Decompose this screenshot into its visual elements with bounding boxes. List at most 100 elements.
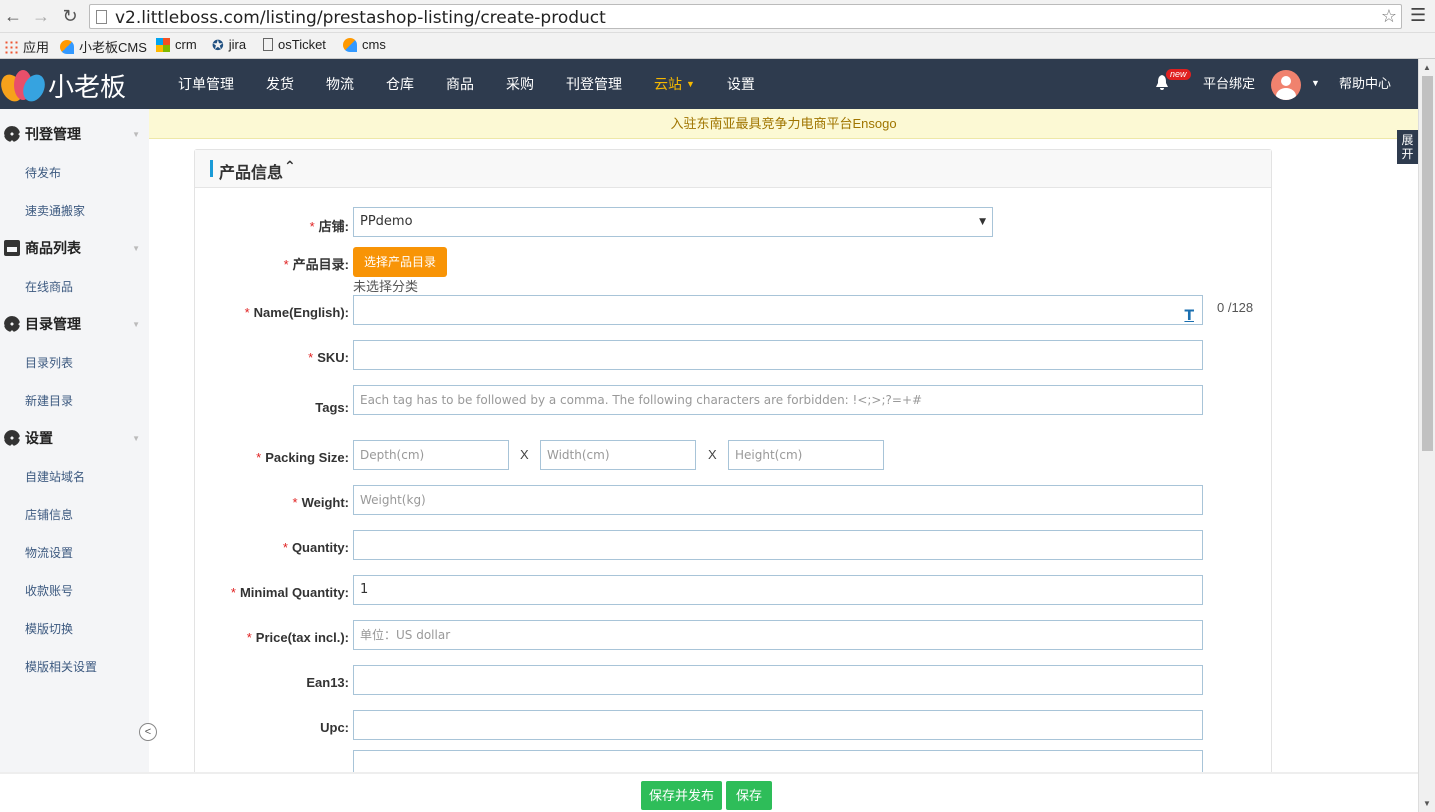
bookmark-label: 应用 bbox=[23, 40, 50, 55]
select-category-button[interactable]: 选择产品目录 bbox=[353, 247, 447, 277]
label-text: 店铺: bbox=[318, 219, 349, 234]
price-input[interactable]: 单位：US dollar bbox=[353, 620, 1203, 650]
sidebar-collapse-button[interactable]: < bbox=[139, 723, 157, 741]
bookmark-osticket[interactable]: osTicket bbox=[263, 37, 326, 52]
sidebar-item-domain[interactable]: 自建站域名 bbox=[25, 468, 85, 485]
platform-bind-link[interactable]: 平台绑定 bbox=[1203, 59, 1255, 109]
sidebar-item-template-switch[interactable]: 模版切换 bbox=[25, 620, 73, 637]
save-publish-button[interactable]: 保存并发布 bbox=[641, 781, 722, 810]
forward-icon[interactable]: → bbox=[30, 5, 52, 27]
store-icon bbox=[4, 240, 20, 256]
logo[interactable]: 小老板 bbox=[0, 67, 127, 105]
required-mark: * bbox=[230, 585, 236, 600]
expand-tab[interactable]: 展开 bbox=[1397, 130, 1418, 164]
quantity-input[interactable] bbox=[353, 530, 1203, 560]
shop-select[interactable]: PPdemo ▼ bbox=[353, 207, 993, 237]
bookmark-label: jira bbox=[228, 37, 247, 52]
panel-header[interactable]: 产品信息 ⌃ bbox=[195, 150, 1271, 188]
nav-warehouse[interactable]: 仓库 bbox=[386, 59, 414, 109]
chevron-up-icon[interactable]: ⌃ bbox=[284, 158, 296, 175]
ean13-label: Ean13: bbox=[306, 675, 349, 690]
scroll-up-icon[interactable]: ▲ bbox=[1423, 63, 1431, 72]
browser-menu-icon[interactable]: ☰ bbox=[1410, 5, 1426, 26]
ean13-input[interactable] bbox=[353, 665, 1203, 695]
sidebar-item-catalog-list[interactable]: 目录列表 bbox=[25, 354, 73, 371]
label-text: Packing Size: bbox=[265, 450, 349, 465]
required-mark: * bbox=[283, 257, 289, 272]
required-mark: * bbox=[308, 350, 314, 365]
sidebar-item-new-catalog[interactable]: 新建目录 bbox=[25, 392, 73, 409]
name-input[interactable]: T bbox=[353, 295, 1203, 325]
bookmark-star-icon[interactable]: ☆ bbox=[1381, 6, 1397, 27]
scroll-down-icon[interactable]: ▼ bbox=[1423, 799, 1431, 808]
panel-title: 产品信息 bbox=[219, 165, 284, 182]
nav-settings[interactable]: 设置 bbox=[727, 59, 755, 109]
avatar[interactable] bbox=[1271, 70, 1301, 100]
sidebar-item-template-settings[interactable]: 模版相关设置 bbox=[25, 658, 97, 675]
sidebar-section-catalog[interactable]: 目录管理 ▼ bbox=[4, 314, 144, 334]
sku-input[interactable] bbox=[353, 340, 1203, 370]
document-icon bbox=[263, 38, 273, 51]
bookmark-cms[interactable]: 小老板CMS bbox=[60, 37, 147, 56]
sidebar-item-pending[interactable]: 待发布 bbox=[25, 164, 61, 181]
caret-down-icon[interactable]: ▼ bbox=[1311, 78, 1320, 88]
sidebar-item-online-products[interactable]: 在线商品 bbox=[25, 278, 73, 295]
notification-badge: new bbox=[1166, 69, 1191, 80]
width-input[interactable]: Width(cm) bbox=[540, 440, 696, 470]
chevron-down-icon: ▼ bbox=[132, 433, 140, 443]
name-char-counter: 0 /128 bbox=[1217, 300, 1254, 315]
save-button[interactable]: 保存 bbox=[726, 781, 772, 810]
bookmark-cms2[interactable]: cms bbox=[343, 37, 386, 52]
label-text: Price(tax incl.): bbox=[255, 630, 349, 645]
logo-text: 小老板 bbox=[48, 73, 127, 103]
back-icon[interactable]: ← bbox=[2, 5, 24, 27]
nav-listing[interactable]: 刊登管理 bbox=[566, 59, 622, 109]
bookmark-label: 小老板CMS bbox=[79, 40, 147, 55]
sidebar-item-shop-info[interactable]: 店铺信息 bbox=[25, 506, 73, 523]
main-menu: 订单管理 发货 物流 仓库 商品 采购 刊登管理 云站 ▼ 设置 bbox=[178, 59, 787, 109]
notice-banner[interactable]: 入驻东南亚最具竞争力电商平台Ensogo bbox=[149, 109, 1418, 139]
bookmark-jira[interactable]: ✪ jira bbox=[212, 37, 246, 52]
bookmark-crm[interactable]: crm bbox=[156, 37, 197, 52]
upc-label: Upc: bbox=[320, 720, 349, 735]
sidebar-section-products[interactable]: 商品列表 ▼ bbox=[4, 238, 144, 258]
page-scrollbar[interactable]: ▲ ▼ bbox=[1418, 59, 1435, 812]
chevron-down-icon: ▼ bbox=[132, 319, 140, 329]
text-format-icon[interactable]: T bbox=[1184, 302, 1194, 330]
cms-icon bbox=[60, 39, 74, 54]
scrollbar-thumb[interactable] bbox=[1422, 76, 1433, 451]
required-mark: * bbox=[256, 450, 262, 465]
url-text[interactable]: v2.littleboss.com/listing/prestashop-lis… bbox=[115, 8, 606, 28]
sidebar-item-aliexpress-move[interactable]: 速卖通搬家 bbox=[25, 202, 85, 219]
label-text: 产品目录: bbox=[292, 257, 349, 272]
label-text: Quantity: bbox=[291, 540, 349, 555]
reload-icon[interactable]: ↻ bbox=[59, 5, 81, 27]
depth-input[interactable]: Depth(cm) bbox=[353, 440, 509, 470]
upc-input[interactable] bbox=[353, 710, 1203, 740]
bookmark-apps[interactable]: 应用 bbox=[4, 37, 49, 56]
nav-orders[interactable]: 订单管理 bbox=[178, 59, 234, 109]
label-text: Minimal Quantity: bbox=[239, 585, 349, 600]
sidebar-section-listing[interactable]: 刊登管理 ▼ bbox=[4, 124, 144, 144]
nav-purchasing[interactable]: 采购 bbox=[506, 59, 534, 109]
sidebar-item-shipping-settings[interactable]: 物流设置 bbox=[25, 544, 73, 561]
logo-icon bbox=[0, 68, 49, 105]
required-mark: * bbox=[282, 540, 288, 555]
required-mark: * bbox=[246, 630, 252, 645]
bookmarks-bar: 应用 小老板CMS crm ✪ jira osTicket cms bbox=[0, 33, 1435, 59]
help-center-link[interactable]: 帮助中心 bbox=[1339, 59, 1391, 109]
nav-logistics[interactable]: 物流 bbox=[326, 59, 354, 109]
sidebar-item-payment-account[interactable]: 收款账号 bbox=[25, 582, 73, 599]
weight-input[interactable]: Weight(kg) bbox=[353, 485, 1203, 515]
chevron-down-icon: ▼ bbox=[132, 129, 140, 139]
browser-toolbar: ← → ↻ v2.littleboss.com/listing/prestash… bbox=[0, 0, 1435, 33]
sidebar-section-settings[interactable]: 设置 ▼ bbox=[4, 428, 144, 448]
address-bar[interactable]: v2.littleboss.com/listing/prestashop-lis… bbox=[89, 4, 1402, 29]
height-input[interactable]: Height(cm) bbox=[728, 440, 884, 470]
tags-input[interactable]: Each tag has to be followed by a comma. … bbox=[353, 385, 1203, 415]
nav-shipping[interactable]: 发货 bbox=[266, 59, 294, 109]
nav-products[interactable]: 商品 bbox=[446, 59, 474, 109]
nav-cloud-site[interactable]: 云站 ▼ bbox=[654, 59, 695, 109]
bookmark-label: crm bbox=[175, 37, 197, 52]
min-quantity-input[interactable]: 1 bbox=[353, 575, 1203, 605]
